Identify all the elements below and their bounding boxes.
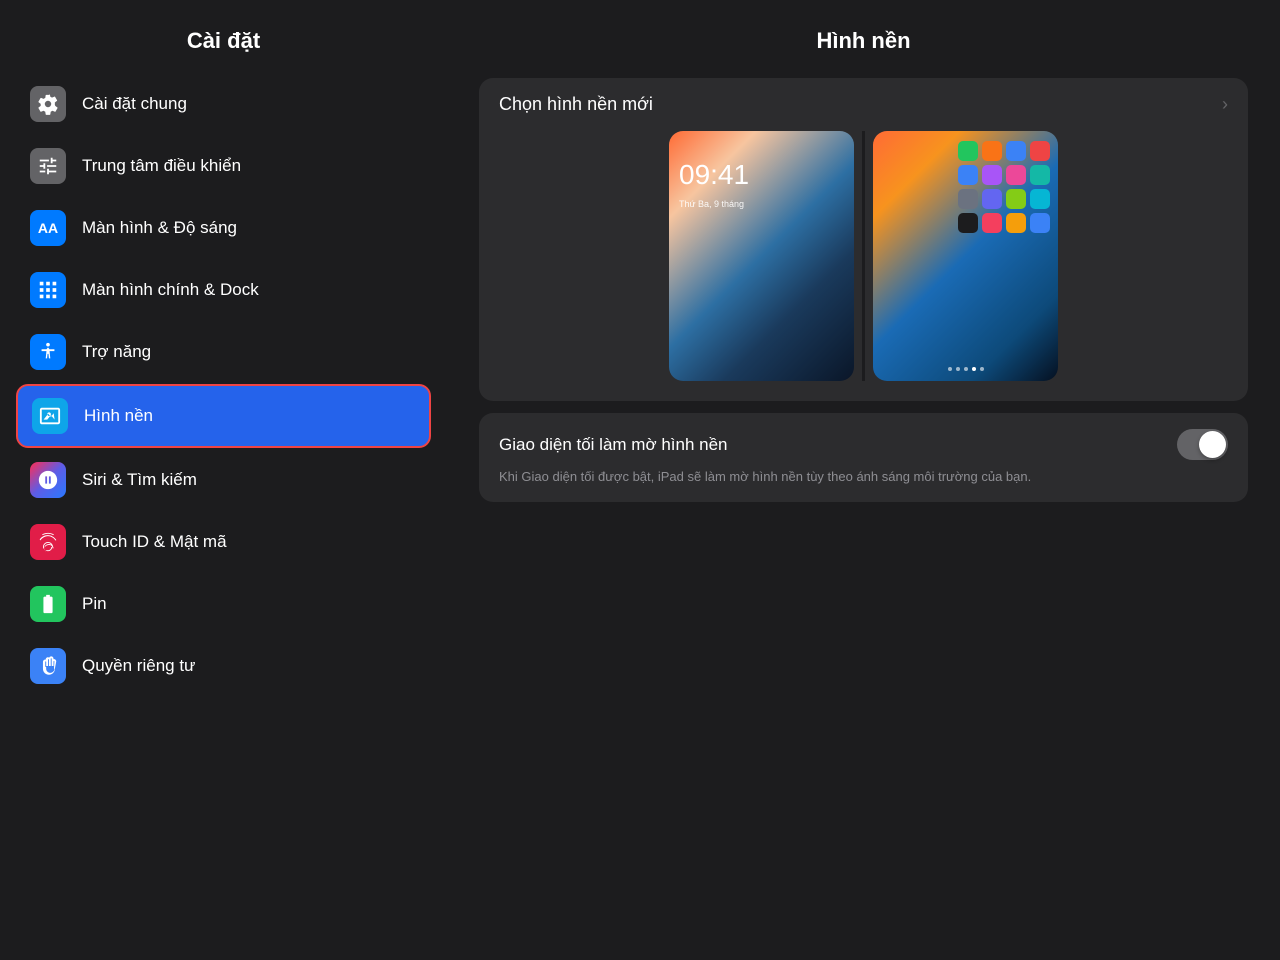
dark-mode-toggle[interactable] (1177, 429, 1228, 460)
sidebar-item-cai-dat-chung[interactable]: Cài đặt chung (16, 74, 431, 134)
home-dots (948, 367, 984, 371)
text-aa-icon: AA (30, 210, 66, 246)
choose-wallpaper-row[interactable]: Chọn hình nền mới › (479, 78, 1248, 131)
app-icon-15 (1006, 213, 1026, 233)
chevron-right-icon: › (1222, 94, 1228, 115)
lock-screen-bg: 09:41 Thứ Ba, 9 tháng (669, 131, 854, 381)
app-icon-7 (1006, 165, 1026, 185)
app-icon-5 (958, 165, 978, 185)
sidebar-item-touch-id[interactable]: Touch ID & Mật mã (16, 512, 431, 572)
app-icon-13 (958, 213, 978, 233)
choose-wallpaper-label: Chọn hình nền mới (499, 94, 653, 115)
home-screen-preview[interactable] (873, 131, 1058, 381)
toggle-knob (1199, 431, 1226, 458)
dot-5 (980, 367, 984, 371)
toggle-row: Giao diện tối làm mờ hình nền (499, 429, 1228, 460)
dot-4 (972, 367, 976, 371)
toggle-description: Khi Giao diện tối được bật, iPad sẽ làm … (499, 468, 1228, 486)
siri-icon (30, 462, 66, 498)
sidebar-item-label-trung-tam: Trung tâm điều khiển (82, 156, 241, 176)
sidebar-item-siri[interactable]: Siri & Tìm kiếm (16, 450, 431, 510)
main-panel: Hình nền Chọn hình nền mới › 09:41 Thứ B… (447, 0, 1280, 960)
app-icon-4 (1030, 141, 1050, 161)
screen-divider (862, 131, 865, 381)
toggle-label: Giao diện tối làm mờ hình nền (499, 435, 728, 455)
wallpaper-card: Chọn hình nền mới › 09:41 Thứ Ba, 9 thán… (479, 78, 1248, 401)
dot-2 (956, 367, 960, 371)
sidebar-item-label-man-hinh: Màn hình & Độ sáng (82, 218, 237, 238)
sidebar-item-label-quyen-rieng-tu: Quyền riêng tư (82, 656, 195, 676)
sidebar-item-tro-nang[interactable]: Trợ năng (16, 322, 431, 382)
lock-date: Thứ Ba, 9 tháng (679, 199, 744, 209)
sliders-icon (30, 148, 66, 184)
sidebar-item-trung-tam-dieu-khien[interactable]: Trung tâm điều khiển (16, 136, 431, 196)
fingerprint-icon (30, 524, 66, 560)
sidebar-item-pin[interactable]: Pin (16, 574, 431, 634)
app-icon-9 (958, 189, 978, 209)
sidebar-item-man-hinh-chinh[interactable]: Màn hình chính & Dock (16, 260, 431, 320)
app-icon-2 (982, 141, 1002, 161)
app-icon-3 (1006, 141, 1026, 161)
gear-icon (30, 86, 66, 122)
app-icon-16 (1030, 213, 1050, 233)
battery-icon (30, 586, 66, 622)
sidebar-item-label-cai-dat-chung: Cài đặt chung (82, 94, 187, 114)
sidebar-item-label-hinh-nen: Hình nền (84, 406, 153, 426)
app-icon-1 (958, 141, 978, 161)
home-screen-bg (873, 131, 1058, 381)
grid-icon (30, 272, 66, 308)
app-icon-14 (982, 213, 1002, 233)
app-icon-8 (1030, 165, 1050, 185)
app-icon-6 (982, 165, 1002, 185)
app-icon-12 (1030, 189, 1050, 209)
sidebar-item-man-hinh-do-sang[interactable]: AA Màn hình & Độ sáng (16, 198, 431, 258)
sidebar-title: Cài đặt (0, 0, 447, 74)
dot-1 (948, 367, 952, 371)
wallpaper-icon (32, 398, 68, 434)
sidebar-list: Cài đặt chung Trung tâm điều khiển AA Mà… (0, 74, 447, 960)
lock-time: 09:41 (679, 161, 749, 189)
page-title: Hình nền (479, 28, 1248, 54)
app-icon-11 (1006, 189, 1026, 209)
wallpaper-preview-container: 09:41 Thứ Ba, 9 tháng (479, 131, 1248, 401)
dot-3 (964, 367, 968, 371)
sidebar-item-label-pin: Pin (82, 594, 107, 614)
hand-icon (30, 648, 66, 684)
sidebar-item-label-siri: Siri & Tìm kiếm (82, 470, 197, 490)
sidebar-item-label-tro-nang: Trợ năng (82, 342, 151, 362)
sidebar-item-label-touch-id: Touch ID & Mật mã (82, 532, 227, 552)
home-apps-grid (958, 141, 1050, 233)
app-icon-10 (982, 189, 1002, 209)
lock-screen-preview[interactable]: 09:41 Thứ Ba, 9 tháng (669, 131, 854, 381)
sidebar-item-quyen-rieng-tu[interactable]: Quyền riêng tư (16, 636, 431, 696)
sidebar-item-label-man-hinh-chinh: Màn hình chính & Dock (82, 280, 259, 300)
sidebar-item-hinh-nen[interactable]: Hình nền (16, 384, 431, 448)
accessibility-icon (30, 334, 66, 370)
sidebar: Cài đặt Cài đặt chung Trung tâm điều khi… (0, 0, 447, 960)
dark-mode-toggle-card: Giao diện tối làm mờ hình nền Khi Giao d… (479, 413, 1248, 502)
